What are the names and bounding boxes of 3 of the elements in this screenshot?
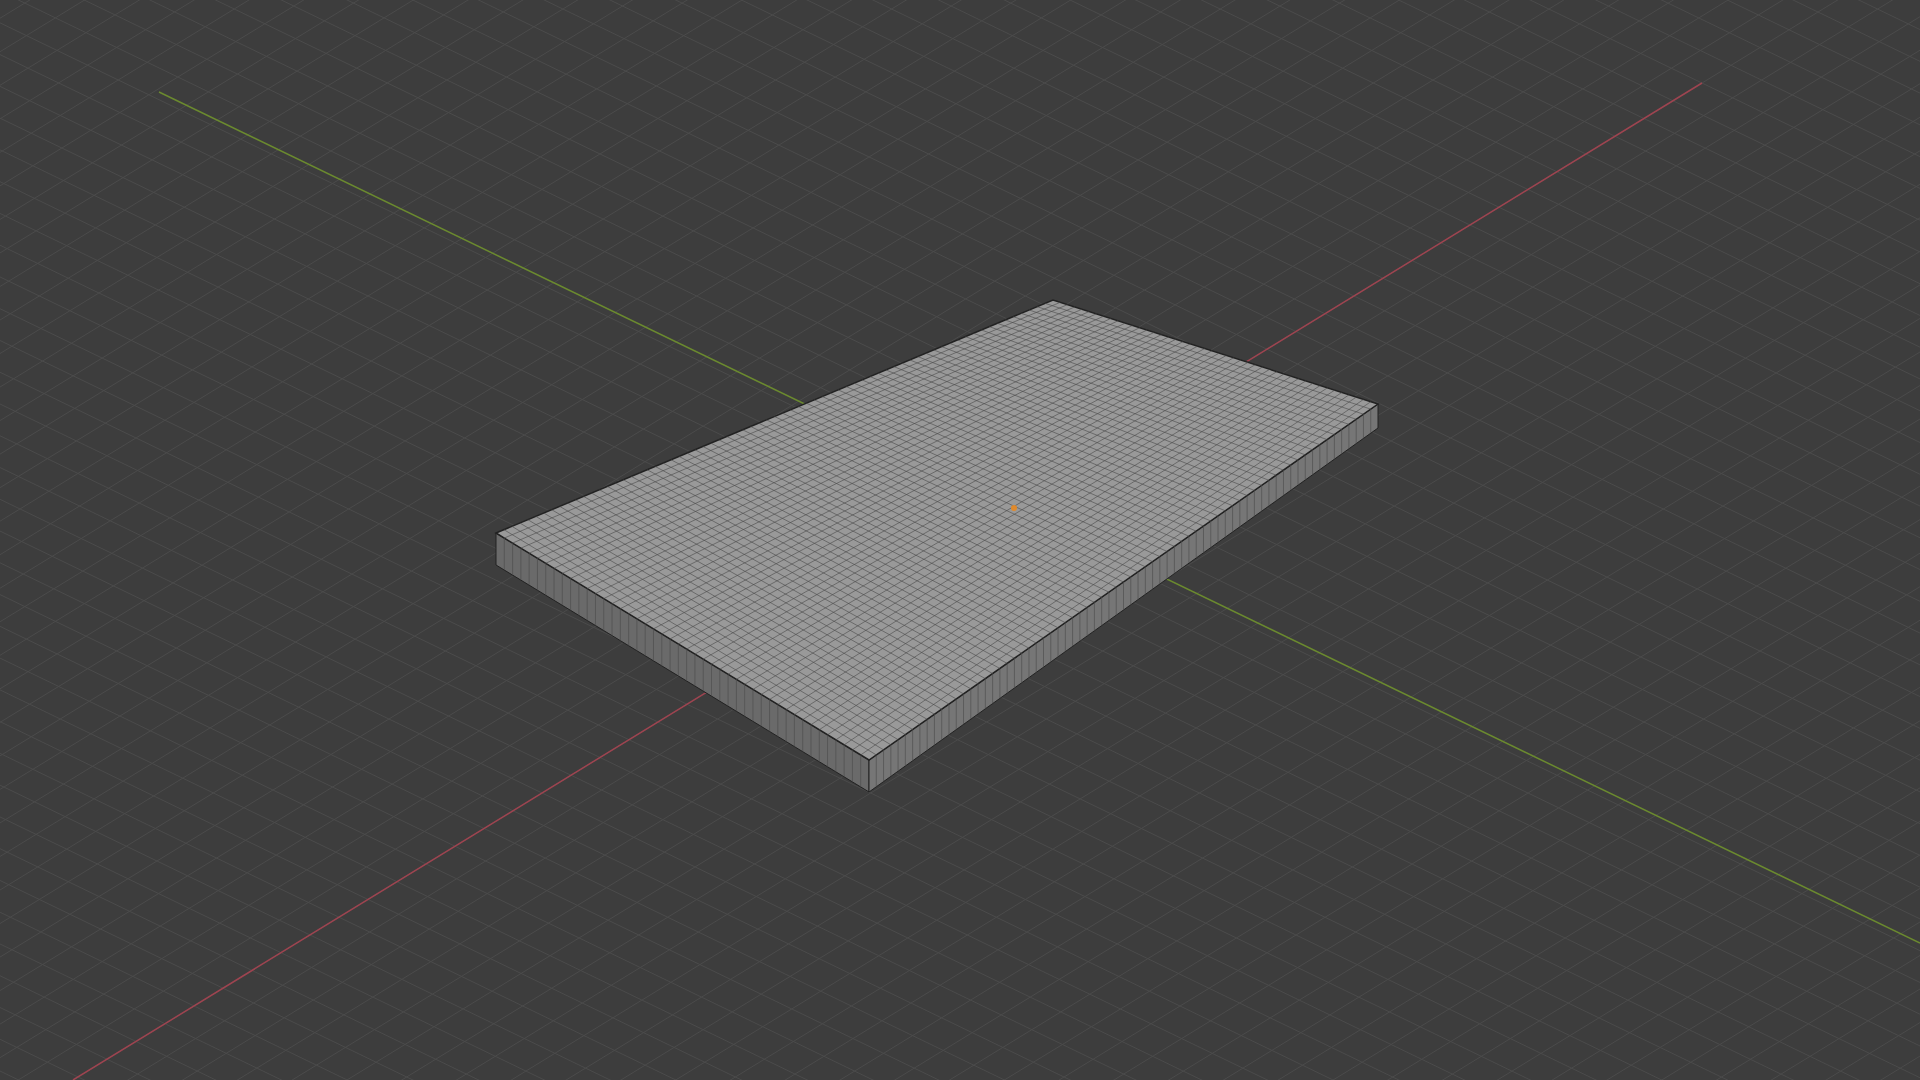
origin-dot xyxy=(1011,505,1017,511)
terrain-mesh-drawing[interactable] xyxy=(494,299,1380,793)
3d-viewport[interactable] xyxy=(0,0,1920,1080)
